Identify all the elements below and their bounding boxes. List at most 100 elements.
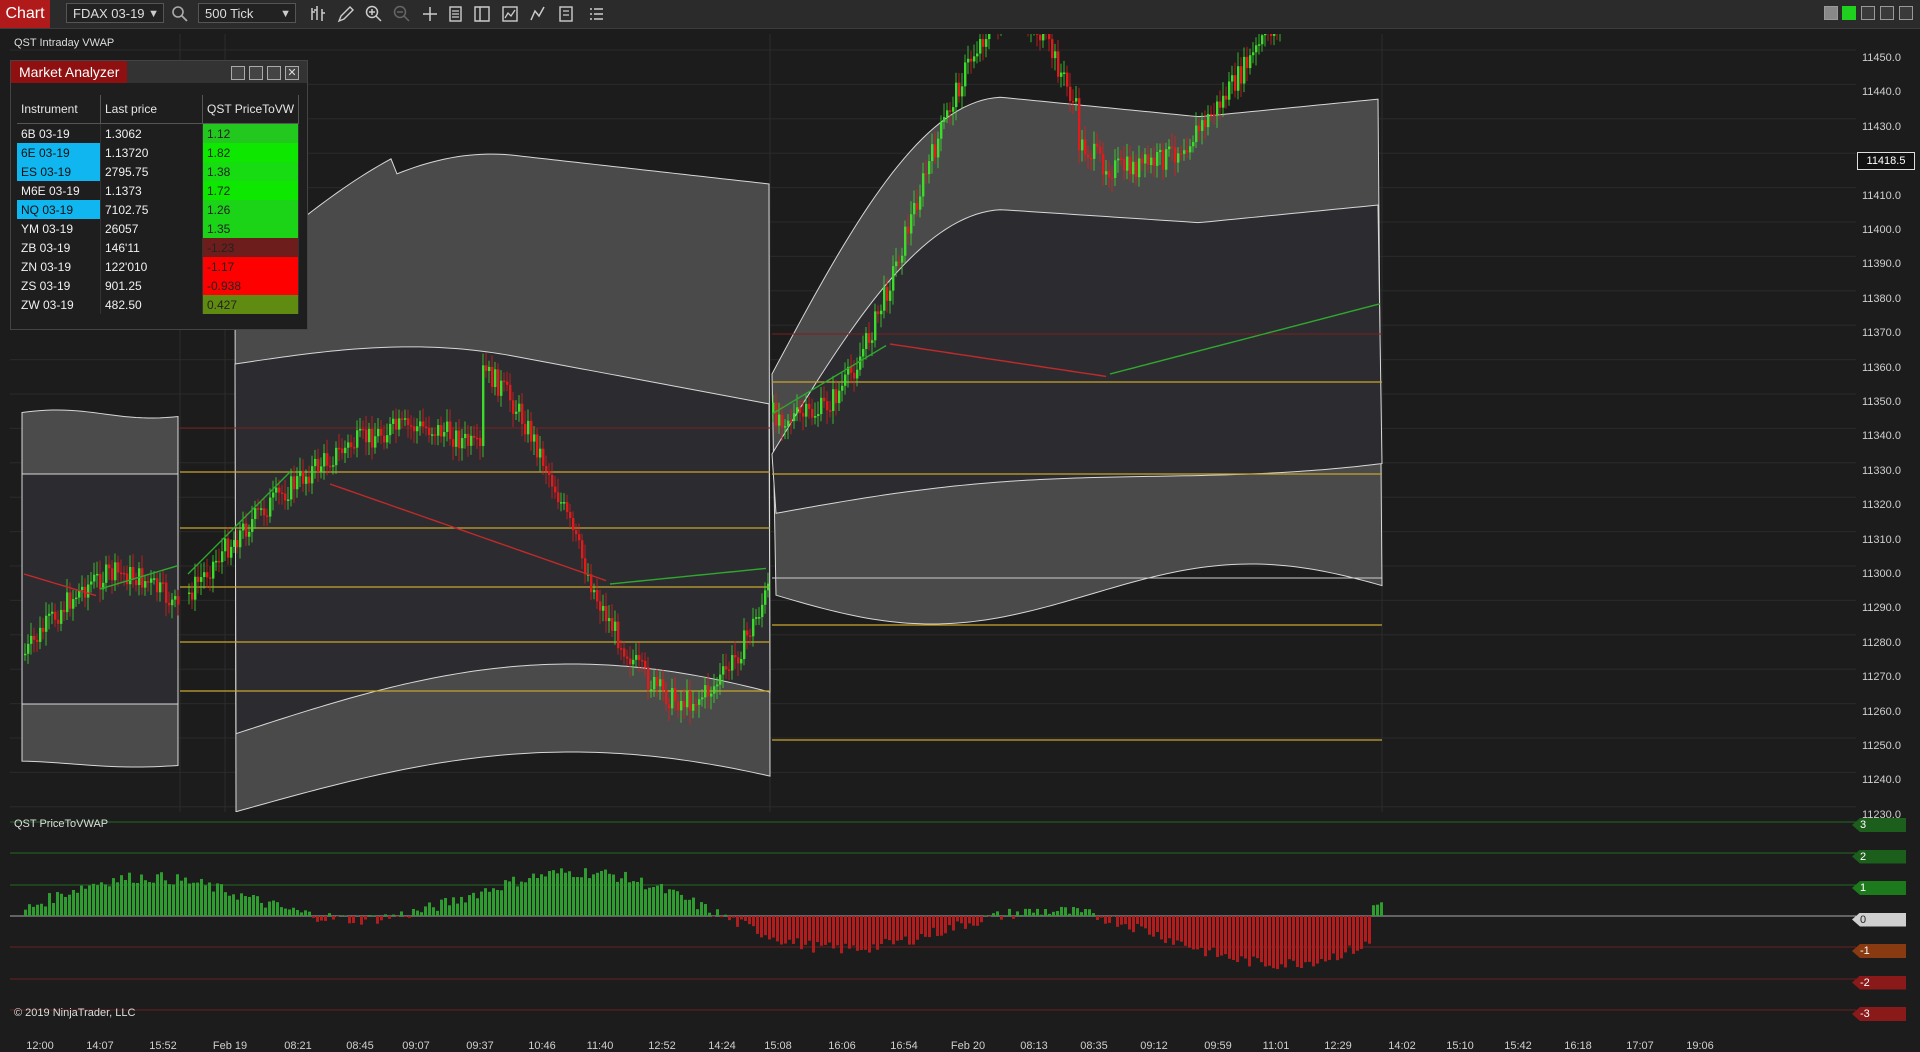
candle-body <box>856 370 858 379</box>
toolbar: Chart FDAX 03-19 ▼ 500 Tick ▼ <box>0 0 1920 29</box>
last-price-cell[interactable]: 26057 <box>101 219 203 238</box>
candle-body <box>341 448 343 453</box>
instrument-cell[interactable]: YM 03-19 <box>17 219 101 238</box>
candle-body <box>985 39 987 47</box>
column-header-instrument[interactable]: Instrument <box>17 95 101 124</box>
pricetovwap-cell[interactable]: -1.23 <box>203 238 299 257</box>
instrument-cell[interactable]: 6E 03-19 <box>17 143 101 162</box>
histogram-bar <box>1128 916 1131 929</box>
candle-body <box>1075 98 1077 101</box>
last-price-cell[interactable]: 1.3062 <box>101 124 203 144</box>
last-price-cell[interactable]: 482.50 <box>101 295 203 314</box>
pricetovwap-cell[interactable]: 0.427 <box>203 295 299 314</box>
histogram-bar <box>376 916 379 924</box>
last-price-cell[interactable]: 2795.75 <box>101 162 203 181</box>
candle-body <box>347 442 349 447</box>
column-header-pricetovwap[interactable]: QST PriceToVW <box>203 95 299 124</box>
table-row[interactable]: ZW 03-19482.500.427 <box>17 295 299 314</box>
candle-body <box>200 577 202 582</box>
price-tick-label: 11270.0 <box>1862 671 1901 683</box>
market-analyzer-window[interactable]: Market Analyzer ✕ Instrument Last price … <box>10 60 308 330</box>
close-icon[interactable]: ✕ <box>285 66 299 80</box>
bar-type-icon[interactable] <box>308 4 328 24</box>
histogram-bar <box>480 892 483 916</box>
instrument-cell[interactable]: ZS 03-19 <box>17 276 101 295</box>
table-row[interactable]: 6B 03-191.30621.12 <box>17 124 299 144</box>
window-tile-icon[interactable] <box>1824 6 1838 20</box>
instrument-cell[interactable]: ES 03-19 <box>17 162 101 181</box>
chart-trader-icon[interactable] <box>472 4 492 24</box>
pricetovwap-cell[interactable]: 1.12 <box>203 124 299 144</box>
last-price-cell[interactable]: 1.1373 <box>101 181 203 200</box>
instrument-cell[interactable]: ZW 03-19 <box>17 295 101 314</box>
interval-selector[interactable]: 500 Tick ▼ <box>198 3 296 23</box>
crosshair-icon[interactable] <box>420 4 440 24</box>
last-price-cell[interactable]: 146'11 <box>101 238 203 257</box>
minimize-icon[interactable] <box>249 66 263 80</box>
indicators-icon[interactable] <box>500 4 520 24</box>
pricetovwap-cell[interactable]: 1.72 <box>203 181 299 200</box>
histogram-bar <box>912 916 915 945</box>
close-icon[interactable] <box>1899 6 1913 20</box>
table-row[interactable]: YM 03-19260571.35 <box>17 219 299 238</box>
candle-body <box>1096 144 1098 147</box>
table-row[interactable]: 6E 03-191.137201.82 <box>17 143 299 162</box>
instrument-cell[interactable]: ZB 03-19 <box>17 238 101 257</box>
tile-icon[interactable] <box>231 66 245 80</box>
pricetovwap-cell[interactable]: 1.38 <box>203 162 299 181</box>
pricetovwap-cell[interactable]: -0.938 <box>203 276 299 295</box>
pricetovwap-cell[interactable]: 1.35 <box>203 219 299 238</box>
minimize-icon[interactable] <box>1861 6 1875 20</box>
instrument-cell[interactable]: NQ 03-19 <box>17 200 101 219</box>
candle-body <box>614 622 616 631</box>
candle-body <box>1246 57 1248 68</box>
candle-body <box>1132 162 1134 174</box>
table-row[interactable]: ZN 03-19122'010-1.17 <box>17 257 299 276</box>
maximize-icon[interactable] <box>267 66 281 80</box>
strategies-icon[interactable] <box>528 4 548 24</box>
link-color-icon[interactable] <box>1842 6 1856 20</box>
instrument-cell[interactable]: 6B 03-19 <box>17 124 101 144</box>
histogram-bar <box>1356 916 1359 951</box>
column-header-last-price[interactable]: Last price <box>101 95 203 124</box>
candle-body <box>907 227 909 234</box>
pricetovwap-cell[interactable]: 1.82 <box>203 143 299 162</box>
last-price-cell[interactable]: 1.13720 <box>101 143 203 162</box>
restore-icon[interactable] <box>1880 6 1894 20</box>
histogram-bar <box>692 898 695 916</box>
pencil-icon[interactable] <box>336 4 356 24</box>
zoom-in-icon[interactable] <box>364 4 384 24</box>
time-tick-label: 17:07 <box>1626 1040 1654 1052</box>
histogram-bar <box>1192 916 1195 949</box>
instrument-cell[interactable]: M6E 03-19 <box>17 181 101 200</box>
data-box-icon[interactable] <box>446 4 466 24</box>
market-analyzer-titlebar[interactable]: Market Analyzer ✕ <box>11 61 307 83</box>
indicator-chart[interactable] <box>10 815 1856 1022</box>
chart-tab[interactable]: Chart <box>0 0 50 28</box>
search-icon[interactable] <box>170 4 190 24</box>
candle-body <box>144 581 146 588</box>
properties-icon[interactable] <box>586 4 606 24</box>
table-row[interactable]: M6E 03-191.13731.72 <box>17 181 299 200</box>
histogram-bar <box>448 905 451 916</box>
candle-body <box>108 565 110 569</box>
pricetovwap-cell[interactable]: -1.17 <box>203 257 299 276</box>
instrument-selector[interactable]: FDAX 03-19 ▼ <box>66 3 164 23</box>
candle-body <box>979 39 981 53</box>
pricetovwap-cell[interactable]: 1.26 <box>203 200 299 219</box>
candle-body <box>829 410 831 412</box>
histogram-bar <box>1164 916 1167 943</box>
templates-icon[interactable] <box>556 4 576 24</box>
last-price-cell[interactable]: 901.25 <box>101 276 203 295</box>
table-row[interactable]: NQ 03-197102.751.26 <box>17 200 299 219</box>
last-price-cell[interactable]: 122'010 <box>101 257 203 276</box>
time-tick-label: 12:29 <box>1324 1040 1352 1052</box>
table-row[interactable]: ZS 03-19901.25-0.938 <box>17 276 299 295</box>
zoom-out-icon[interactable] <box>392 4 412 24</box>
table-row[interactable]: ES 03-192795.751.38 <box>17 162 299 181</box>
candle-body <box>1198 126 1200 131</box>
instrument-cell[interactable]: ZN 03-19 <box>17 257 101 276</box>
last-price-cell[interactable]: 7102.75 <box>101 200 203 219</box>
table-row[interactable]: ZB 03-19146'11-1.23 <box>17 238 299 257</box>
candle-body <box>392 419 394 424</box>
